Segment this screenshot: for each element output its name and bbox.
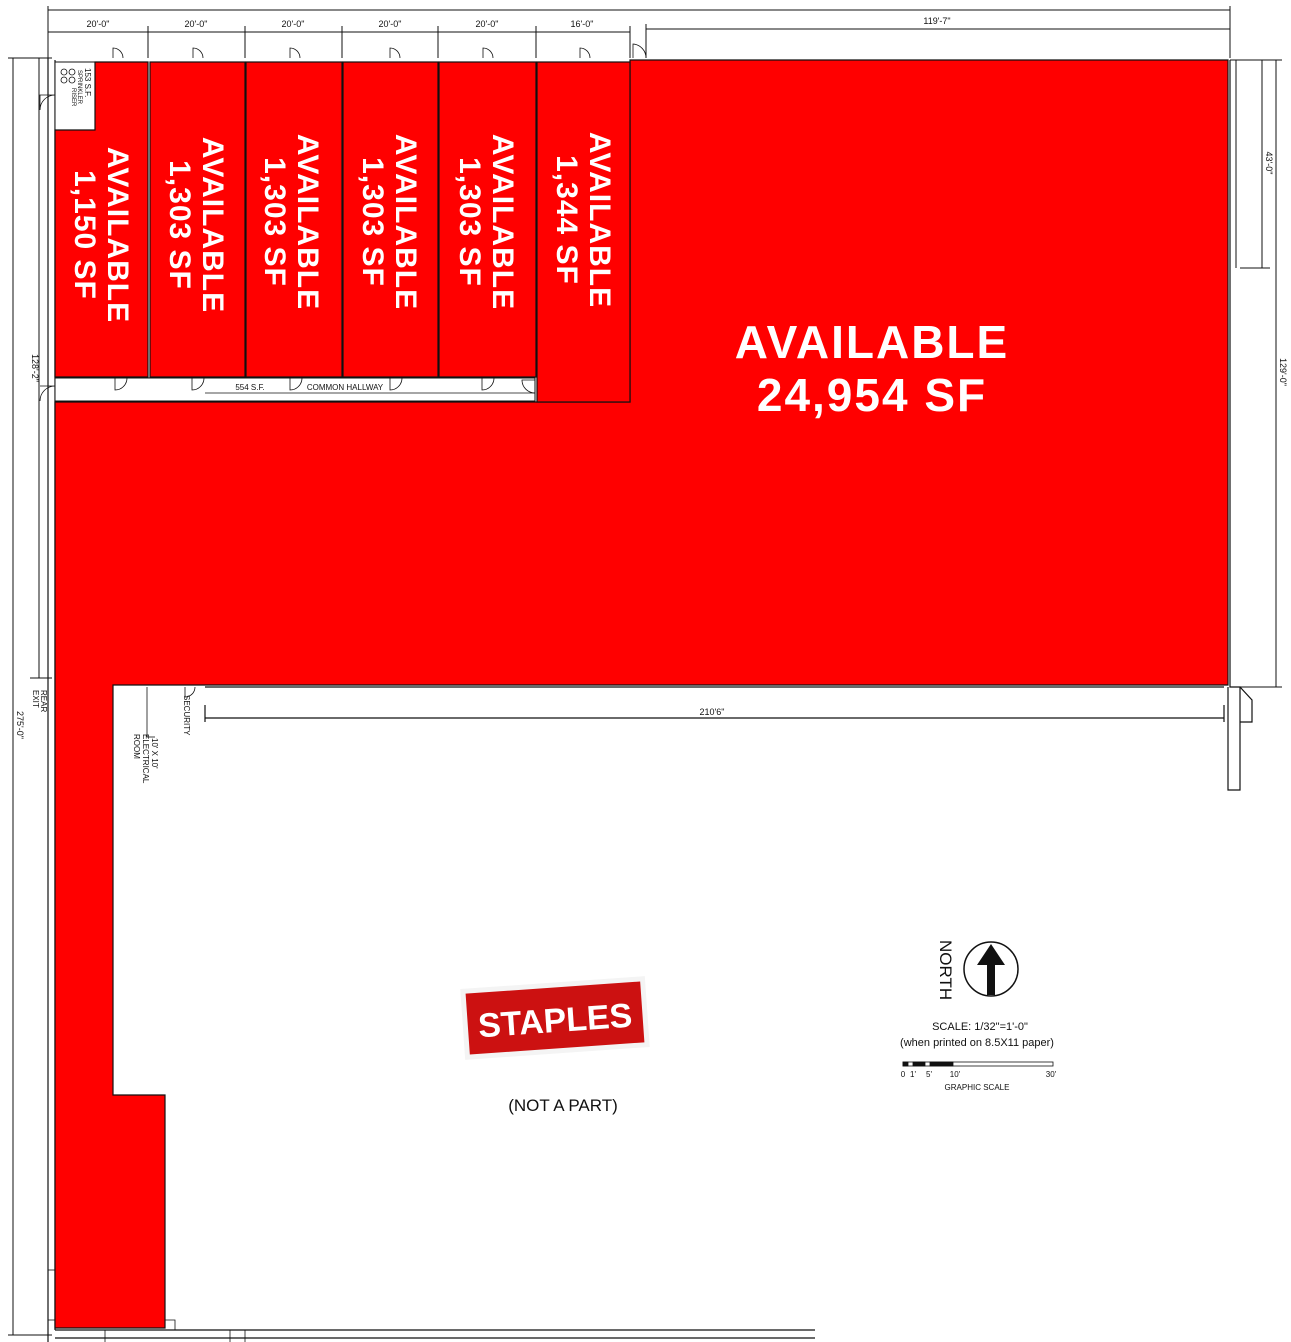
main-space-area: 24,954 SF (757, 369, 987, 421)
dim-bottom: 210'6" (700, 707, 725, 717)
svg-text:AVAILABLE: AVAILABLE (196, 137, 229, 313)
security-label: SECURITY (182, 695, 191, 736)
available-areas (54, 59, 1229, 1329)
unit-6-label: AVAILABLE 1,344 SF (550, 132, 616, 308)
dim-right-upper: 43'-0" (1264, 152, 1274, 175)
svg-text:AVAILABLE: AVAILABLE (486, 134, 519, 310)
common-hallway (39, 377, 536, 402)
sprinkler-label-2: RISER (70, 88, 76, 107)
dim-right-overall: 129'-0" (1278, 358, 1288, 386)
svg-text:1,303 SF: 1,303 SF (163, 160, 196, 290)
scale-tick-1: 1' (910, 1070, 916, 1079)
unit-1-label: AVAILABLE 1,150 SF (68, 147, 134, 323)
unit-5-label: AVAILABLE 1,303 SF (453, 134, 519, 310)
unit-2-label: AVAILABLE 1,303 SF (163, 137, 229, 313)
svg-text:AVAILABLE: AVAILABLE (101, 147, 134, 323)
unit-4-label: AVAILABLE 1,303 SF (356, 134, 422, 310)
dim-top-1: 20'-0" (87, 19, 110, 29)
dim-top-5: 20'-0" (476, 19, 499, 29)
svg-text:1,344 SF: 1,344 SF (550, 155, 583, 285)
scale-tick-4: 30' (1046, 1070, 1057, 1079)
electrical-label-1: 10' X 10' (150, 738, 159, 769)
svg-text:AVAILABLE: AVAILABLE (389, 134, 422, 310)
svg-text:1,150 SF: 1,150 SF (68, 170, 101, 300)
scale-paper-text: (when printed on 8.5X11 paper) (900, 1037, 1054, 1049)
electrical-label-2: ELECTRICAL (141, 734, 150, 784)
sprinkler-area: 153 S.F. (83, 68, 92, 97)
north-label: NORTH (936, 940, 955, 1000)
north-arrow-icon (963, 941, 1019, 997)
scale-tick-2: 5' (926, 1070, 932, 1079)
dim-left-overall: 275'-0" (15, 711, 25, 739)
svg-text:1,303 SF: 1,303 SF (258, 157, 291, 287)
dim-top-2: 20'-0" (185, 19, 208, 29)
svg-text:1,303 SF: 1,303 SF (453, 157, 486, 287)
dim-left-upper: 128'-2" (30, 354, 40, 382)
dim-top-3: 20'-0" (282, 19, 305, 29)
staples-logo: STAPLES (460, 976, 650, 1060)
scale-tick-0: 0 (901, 1070, 906, 1079)
svg-text:AVAILABLE: AVAILABLE (583, 132, 616, 308)
scale-caption: GRAPHIC SCALE (945, 1083, 1010, 1092)
scale-tick-3: 10' (950, 1070, 961, 1079)
dim-top-6: 16'-0" (571, 19, 594, 29)
dim-top-4: 20'-0" (379, 19, 402, 29)
svg-text:1,303 SF: 1,303 SF (356, 157, 389, 287)
dim-top-7: 119'-7" (923, 16, 950, 26)
hallway-area: 554 S.F. (235, 383, 264, 392)
main-space-status: AVAILABLE (735, 316, 1009, 368)
svg-text:AVAILABLE: AVAILABLE (291, 134, 324, 310)
top-doors (112, 43, 647, 59)
electrical-label-3: ROOM (132, 734, 141, 759)
floor-plan: 20'-0" 20'-0" 20'-0" 20'-0" 20'-0" 16'-0… (8, 6, 1288, 1342)
top-dimension-lines (47, 6, 1231, 58)
hallway-label: COMMON HALLWAY (307, 383, 384, 392)
graphic-scale-bar (902, 1061, 1054, 1067)
rear-exit-label-2: EXIT (31, 690, 40, 708)
scale-text: SCALE: 1/32"=1'-0" (932, 1021, 1028, 1033)
unit-3-label: AVAILABLE 1,303 SF (258, 134, 324, 310)
not-a-part-label: (NOT A PART) (508, 1096, 618, 1115)
